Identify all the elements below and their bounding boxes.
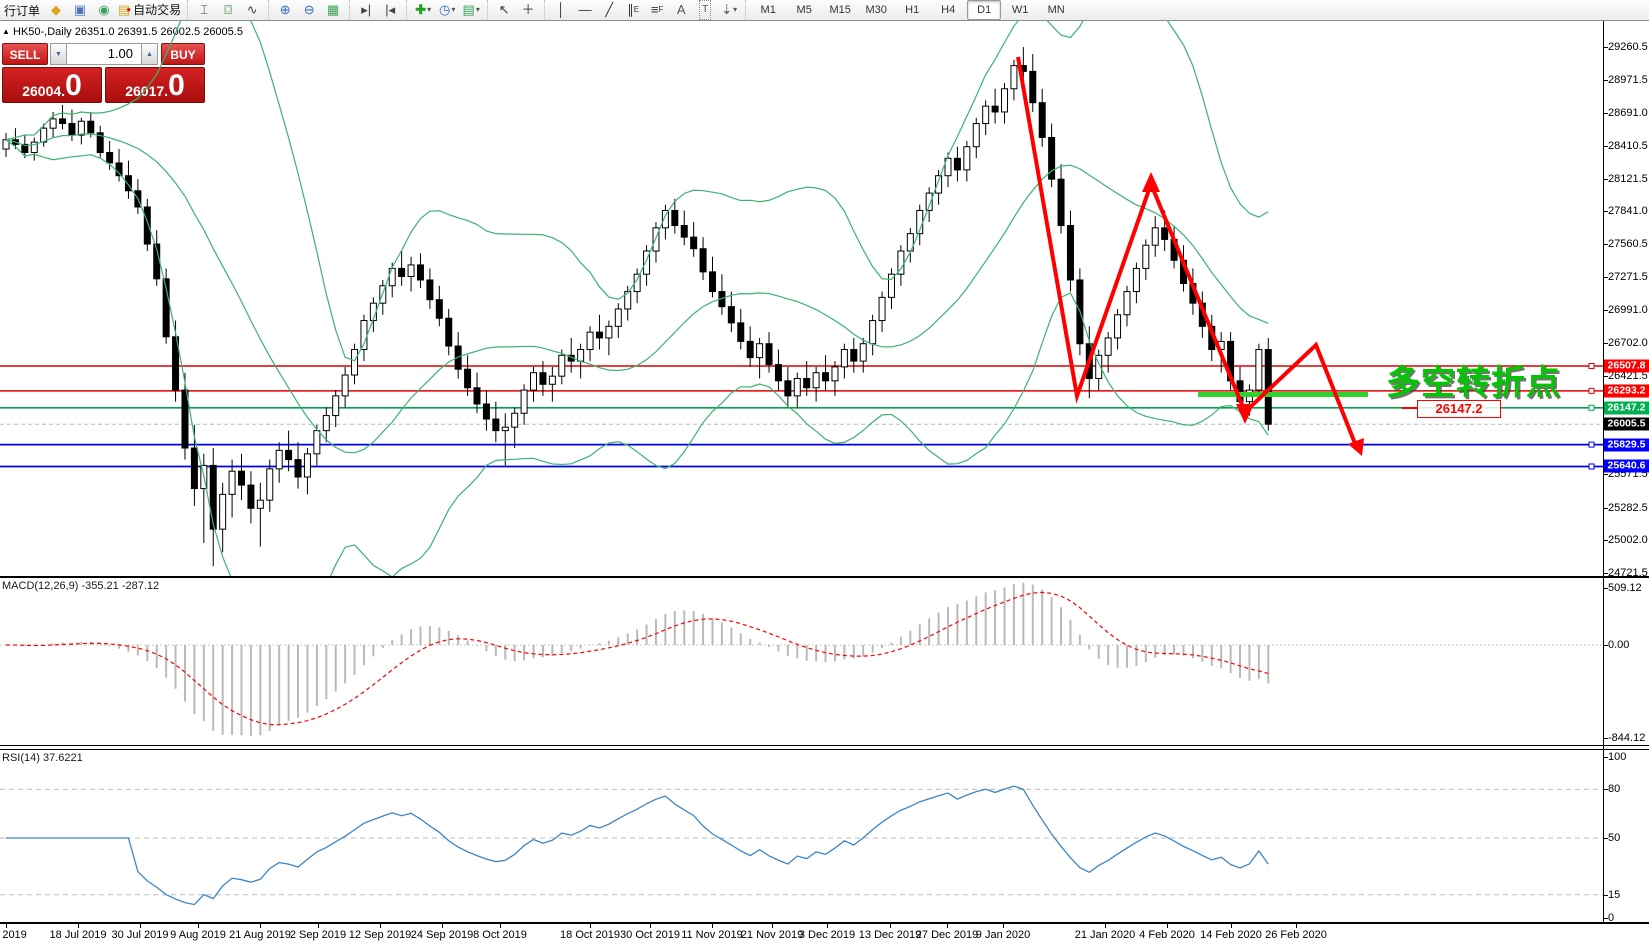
date-label: 11 Nov 2019 [681, 929, 743, 941]
date-tick [890, 923, 891, 928]
date-label: 8 Oct 2019 [473, 929, 527, 941]
date-label: 9 Aug 2019 [170, 929, 226, 941]
date-tick [650, 923, 651, 928]
macd-tick-label: -844.12 [1608, 732, 1646, 744]
date-label: 13 Dec 2019 [858, 929, 922, 941]
date-label: 3 Dec 2019 [798, 929, 856, 941]
date-tick [260, 923, 261, 928]
date-label: 18 Jul 2019 [49, 929, 107, 941]
trading-app-window: 行订单 ◆ ▣ ◉ ▤ ● 自动交易 ⌶ ⌼ ∿ ⊕ ⊖ ▦ ▸| |◂ ✚ ▾ ◷… [0, 0, 1649, 946]
date-tick [198, 923, 199, 928]
date-tick [6, 923, 7, 928]
price-tick-label: 24721.5 [1608, 567, 1648, 579]
price-tick-label: 27271.5 [1608, 271, 1648, 284]
date-tick [442, 923, 443, 928]
price-tick-label: 28971.5 [1608, 74, 1648, 87]
date-tick [590, 923, 591, 928]
price-tick-label: 29260.5 [1608, 41, 1648, 53]
price-tick-label: 27560.5 [1608, 238, 1648, 250]
date-label: 14 Feb 2020 [1200, 929, 1262, 941]
macd-tick-label: 509.12 [1608, 582, 1642, 594]
price-tick-label: 25282.5 [1608, 501, 1648, 514]
price-line-label: 25829.5 [1604, 438, 1649, 452]
date-label: 27 Dec 2019 [915, 929, 979, 941]
date-tick [1167, 923, 1168, 928]
date-label: 21 Jan 2020 [1074, 929, 1136, 941]
date-tick [318, 923, 319, 928]
date-tick [500, 923, 501, 928]
macd-label: MACD(12,26,9) -355.21 -287.12 [2, 580, 160, 592]
date-tick [947, 923, 948, 928]
price-tick-label: 28410.5 [1608, 139, 1648, 152]
price-line-label: 26293.2 [1604, 384, 1649, 398]
date-label: 26 Feb 2020 [1265, 929, 1327, 941]
date-label: 30 Jul 2019 [111, 929, 169, 941]
date-label: 4 Feb 2020 [1139, 929, 1195, 941]
price-line-label: 26147.2 [1604, 401, 1649, 415]
date-label: 21 Aug 2019 [229, 929, 291, 941]
price-tick-label: 26991.0 [1608, 304, 1648, 316]
price-tick-label: 26702.0 [1608, 337, 1648, 350]
date-tick [712, 923, 713, 928]
rsi-date-splitter [0, 922, 1649, 924]
date-tick [1231, 923, 1232, 928]
rsi-tick-label: 15 [1608, 889, 1621, 901]
level-label-dash [1402, 407, 1417, 409]
price-tick-label: 28121.5 [1608, 172, 1648, 185]
date-tick [827, 923, 828, 928]
price-line-label: 26005.5 [1604, 417, 1649, 431]
date-tick [78, 923, 79, 928]
price-line-label: 26507.8 [1604, 359, 1649, 373]
date-tick [140, 923, 141, 928]
price-tick-label: 27841.0 [1608, 205, 1648, 218]
turning-point-annotation: 多空转折点 [1386, 364, 1561, 402]
rsi-label: RSI(14) 37.6221 [2, 752, 83, 764]
date-tick [1105, 923, 1106, 928]
macd-rsi-splitter-bottom[interactable] [0, 749, 1649, 750]
rsi-tick-label: 0 [1608, 912, 1615, 924]
date-tick [1296, 923, 1297, 928]
date-tick [1003, 923, 1004, 928]
date-label: 30 Oct 2019 [620, 929, 680, 941]
rsi-tick-label: 50 [1608, 832, 1621, 844]
macd-rsi-splitter-top[interactable] [0, 745, 1649, 746]
date-tick [772, 923, 773, 928]
main-macd-splitter[interactable] [0, 576, 1649, 578]
macd-tick-label: 0.00 [1608, 639, 1630, 651]
date-label: 12 Sep 2019 [348, 929, 412, 941]
level-price-annotation: 26147.2 [1417, 400, 1501, 418]
date-label: Jul 2019 [0, 929, 27, 941]
rsi-tick-label: 100 [1608, 751, 1627, 763]
date-label: 9 Jan 2020 [975, 929, 1031, 941]
date-label: 2 Sep 2019 [289, 929, 347, 941]
price-tick-label: 28691.0 [1608, 106, 1648, 119]
date-label: 24 Sep 2019 [410, 929, 474, 941]
date-label: 21 Nov 2019 [740, 929, 804, 941]
chart-plot-area[interactable] [0, 0, 1649, 946]
price-line-label: 25640.6 [1604, 459, 1649, 473]
rsi-tick-label: 80 [1608, 783, 1621, 795]
date-tick [380, 923, 381, 928]
price-tick-label: 25002.0 [1608, 534, 1648, 547]
date-label: 18 Oct 2019 [560, 929, 620, 941]
